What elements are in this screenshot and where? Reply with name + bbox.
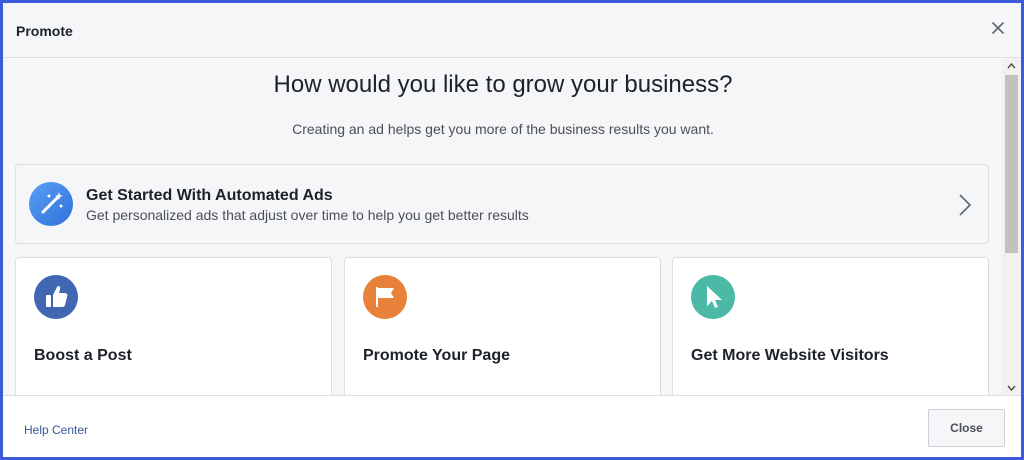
help-center-link[interactable]: Help Center bbox=[24, 423, 88, 437]
automated-ads-description: Get personalized ads that adjust over ti… bbox=[86, 207, 529, 223]
dialog-title: Promote bbox=[16, 23, 73, 39]
dialog-header: Promote bbox=[3, 3, 1021, 58]
promote-page-card[interactable]: Promote Your Page bbox=[344, 257, 661, 395]
scroll-down-icon[interactable] bbox=[1002, 381, 1021, 395]
boost-post-title: Boost a Post bbox=[34, 347, 132, 364]
dialog-body: How would you like to grow your business… bbox=[3, 59, 1021, 395]
automated-ads-card[interactable]: Get Started With Automated Ads Get perso… bbox=[15, 164, 989, 244]
magic-wand-icon bbox=[29, 182, 73, 226]
thumbs-up-icon bbox=[34, 275, 78, 319]
promote-page-title: Promote Your Page bbox=[363, 347, 510, 364]
cursor-icon bbox=[691, 275, 735, 319]
website-visitors-title: Get More Website Visitors bbox=[691, 347, 889, 364]
vertical-scrollbar[interactable] bbox=[1002, 59, 1021, 395]
close-button[interactable]: Close bbox=[928, 409, 1005, 447]
automated-ads-title: Get Started With Automated Ads bbox=[86, 187, 333, 204]
flag-icon bbox=[363, 275, 407, 319]
boost-post-card[interactable]: Boost a Post bbox=[15, 257, 332, 395]
scroll-up-icon[interactable] bbox=[1002, 59, 1021, 73]
scrollbar-thumb[interactable] bbox=[1005, 75, 1018, 253]
chevron-right-icon bbox=[958, 193, 972, 217]
website-visitors-card[interactable]: Get More Website Visitors bbox=[672, 257, 989, 395]
dialog-footer: Help Center Close bbox=[3, 395, 1021, 457]
close-icon[interactable] bbox=[989, 19, 1007, 37]
page-headline: How would you like to grow your business… bbox=[273, 71, 733, 98]
page-subheadline: Creating an ad helps get you more of the… bbox=[292, 121, 714, 137]
